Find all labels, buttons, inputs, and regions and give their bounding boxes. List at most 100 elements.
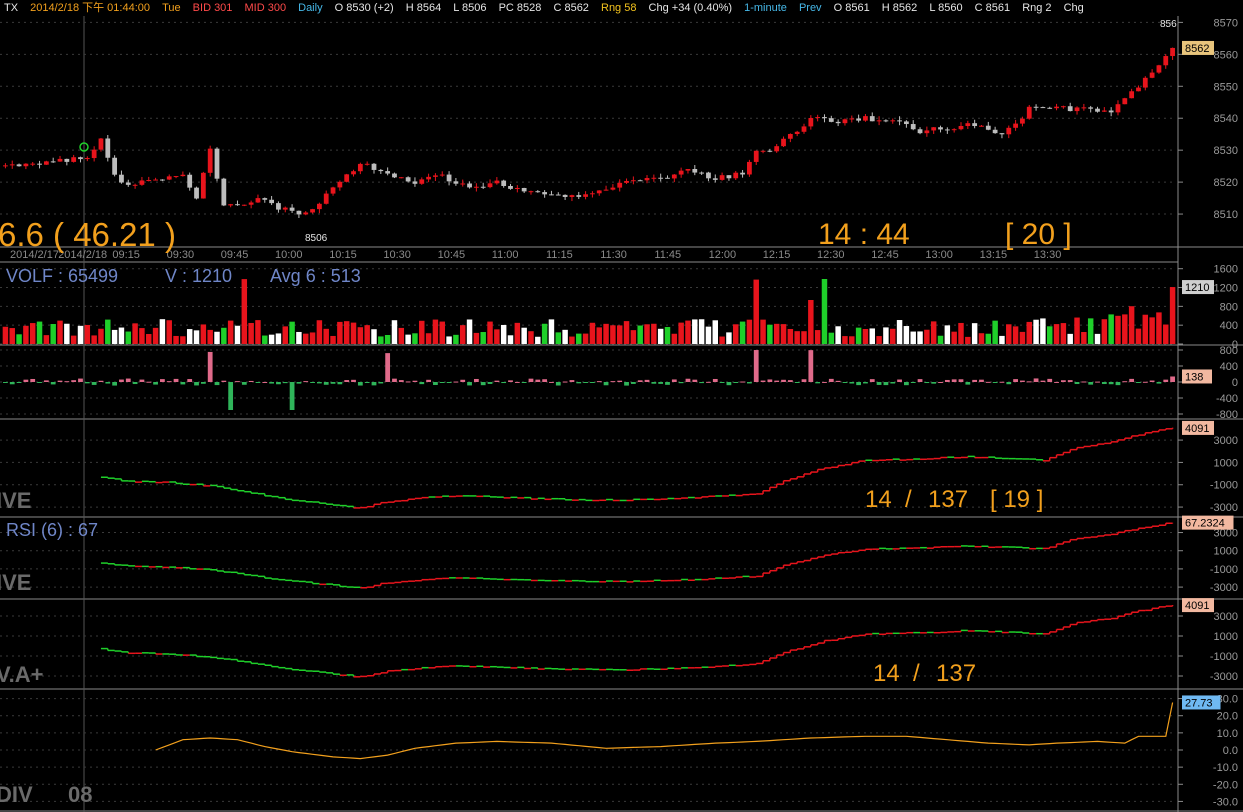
delta-bar xyxy=(200,382,206,384)
volume-bar xyxy=(1046,326,1053,344)
volume-bar xyxy=(303,333,309,344)
va-ghost-label: V.A+ xyxy=(0,662,44,687)
candle-body xyxy=(3,165,8,167)
candle-body xyxy=(344,174,350,182)
volume-bar xyxy=(930,321,937,344)
time-readout: 14 : 44 xyxy=(818,218,910,251)
delta-bar xyxy=(1108,382,1114,385)
delta-bar xyxy=(3,382,8,383)
volume-bar xyxy=(814,330,821,344)
period-label[interactable]: Daily xyxy=(298,2,322,14)
volume-bar xyxy=(596,327,602,344)
candle-body xyxy=(439,174,445,176)
volume-bar xyxy=(391,320,398,344)
volume-bar xyxy=(70,335,77,344)
delta-bar xyxy=(235,381,240,383)
candle-body xyxy=(385,171,391,174)
rsi-line-last-value: 67.2324 xyxy=(1185,518,1225,530)
candle-body xyxy=(112,157,118,175)
volume-bar xyxy=(64,323,70,344)
delta-bar xyxy=(194,382,199,386)
candle-body xyxy=(57,158,63,162)
delta-bar xyxy=(733,382,739,383)
volume-bar xyxy=(405,334,411,344)
candle-body xyxy=(828,118,834,122)
delta-bar xyxy=(617,380,623,382)
candle-body xyxy=(91,149,97,159)
delta-bar xyxy=(508,380,513,382)
candle-body xyxy=(1115,104,1121,113)
volume-bar xyxy=(541,323,548,344)
delta-bar xyxy=(317,382,322,384)
candle-body xyxy=(214,148,220,179)
candle-body xyxy=(733,172,739,179)
candle-body xyxy=(938,127,943,130)
candle-body xyxy=(132,184,138,186)
delta-bar xyxy=(310,382,315,383)
delta-bar xyxy=(856,382,861,386)
delta-bar xyxy=(842,382,848,383)
volume-bar xyxy=(248,322,254,344)
candle-body xyxy=(473,186,479,188)
interval-label[interactable]: 1-minute xyxy=(744,2,787,14)
delta-bar xyxy=(781,379,786,382)
y-tick-label: 3000 xyxy=(1214,435,1238,447)
candle-body xyxy=(685,168,691,171)
candle-body xyxy=(890,120,896,122)
prev-label[interactable]: Prev xyxy=(799,2,822,14)
delta-bar xyxy=(78,378,83,382)
volume-bar xyxy=(794,331,800,344)
delta-bar xyxy=(938,381,943,383)
delta-bar xyxy=(822,381,827,383)
delta-bar xyxy=(644,379,650,382)
candle-body xyxy=(200,172,206,199)
delta-bar xyxy=(549,381,554,383)
volume-bar xyxy=(84,324,91,344)
volume-label: V : 1210 xyxy=(165,266,233,286)
candle-body xyxy=(494,180,500,184)
volume-bar xyxy=(1149,317,1155,344)
y-tick-label: -3000 xyxy=(1210,671,1238,683)
volume-bar xyxy=(473,332,480,344)
volume-bar xyxy=(480,332,486,344)
volume-bar xyxy=(1156,312,1162,344)
volume-bar xyxy=(705,326,712,344)
candle-body xyxy=(289,207,295,211)
volume-bar xyxy=(425,333,432,344)
volume-bar xyxy=(1135,328,1142,344)
price-last-value: 8562 xyxy=(1185,43,1209,55)
volume-bar xyxy=(398,327,405,344)
candle-body xyxy=(467,183,472,188)
y-tick-label: 8560 xyxy=(1214,49,1238,61)
candle-body xyxy=(590,193,595,195)
volume-bar xyxy=(630,330,637,344)
delta-bar xyxy=(999,381,1005,383)
volume-bar xyxy=(268,334,275,344)
delta-bar xyxy=(542,379,548,382)
volume-bar xyxy=(50,324,56,344)
delta-bar xyxy=(228,382,234,410)
delta-bar xyxy=(876,382,882,385)
candle-body xyxy=(262,198,268,200)
delta-bar xyxy=(1095,381,1100,383)
candle-body xyxy=(822,117,827,119)
candle-body xyxy=(269,199,274,204)
volume-bar xyxy=(753,279,759,344)
volume-bar xyxy=(29,323,36,344)
candle-body xyxy=(426,176,431,180)
chart-canvas[interactable]: 85708560855085408530852085102014/2/17 201… xyxy=(0,0,1243,812)
candle-body xyxy=(535,191,541,193)
delta-bar xyxy=(897,379,902,382)
delta-bar xyxy=(160,379,165,382)
volume-bar xyxy=(917,331,923,344)
volume-bar xyxy=(180,336,186,344)
delta-bar xyxy=(1129,378,1135,382)
candle-body xyxy=(767,150,773,152)
delta-bar xyxy=(528,378,534,382)
candle-body xyxy=(1047,107,1053,109)
volume-bar xyxy=(644,324,650,344)
candle-body xyxy=(105,138,111,158)
delta-bar xyxy=(105,382,111,384)
volume-bar xyxy=(808,300,814,344)
y-tick-label: -3000 xyxy=(1210,582,1238,594)
